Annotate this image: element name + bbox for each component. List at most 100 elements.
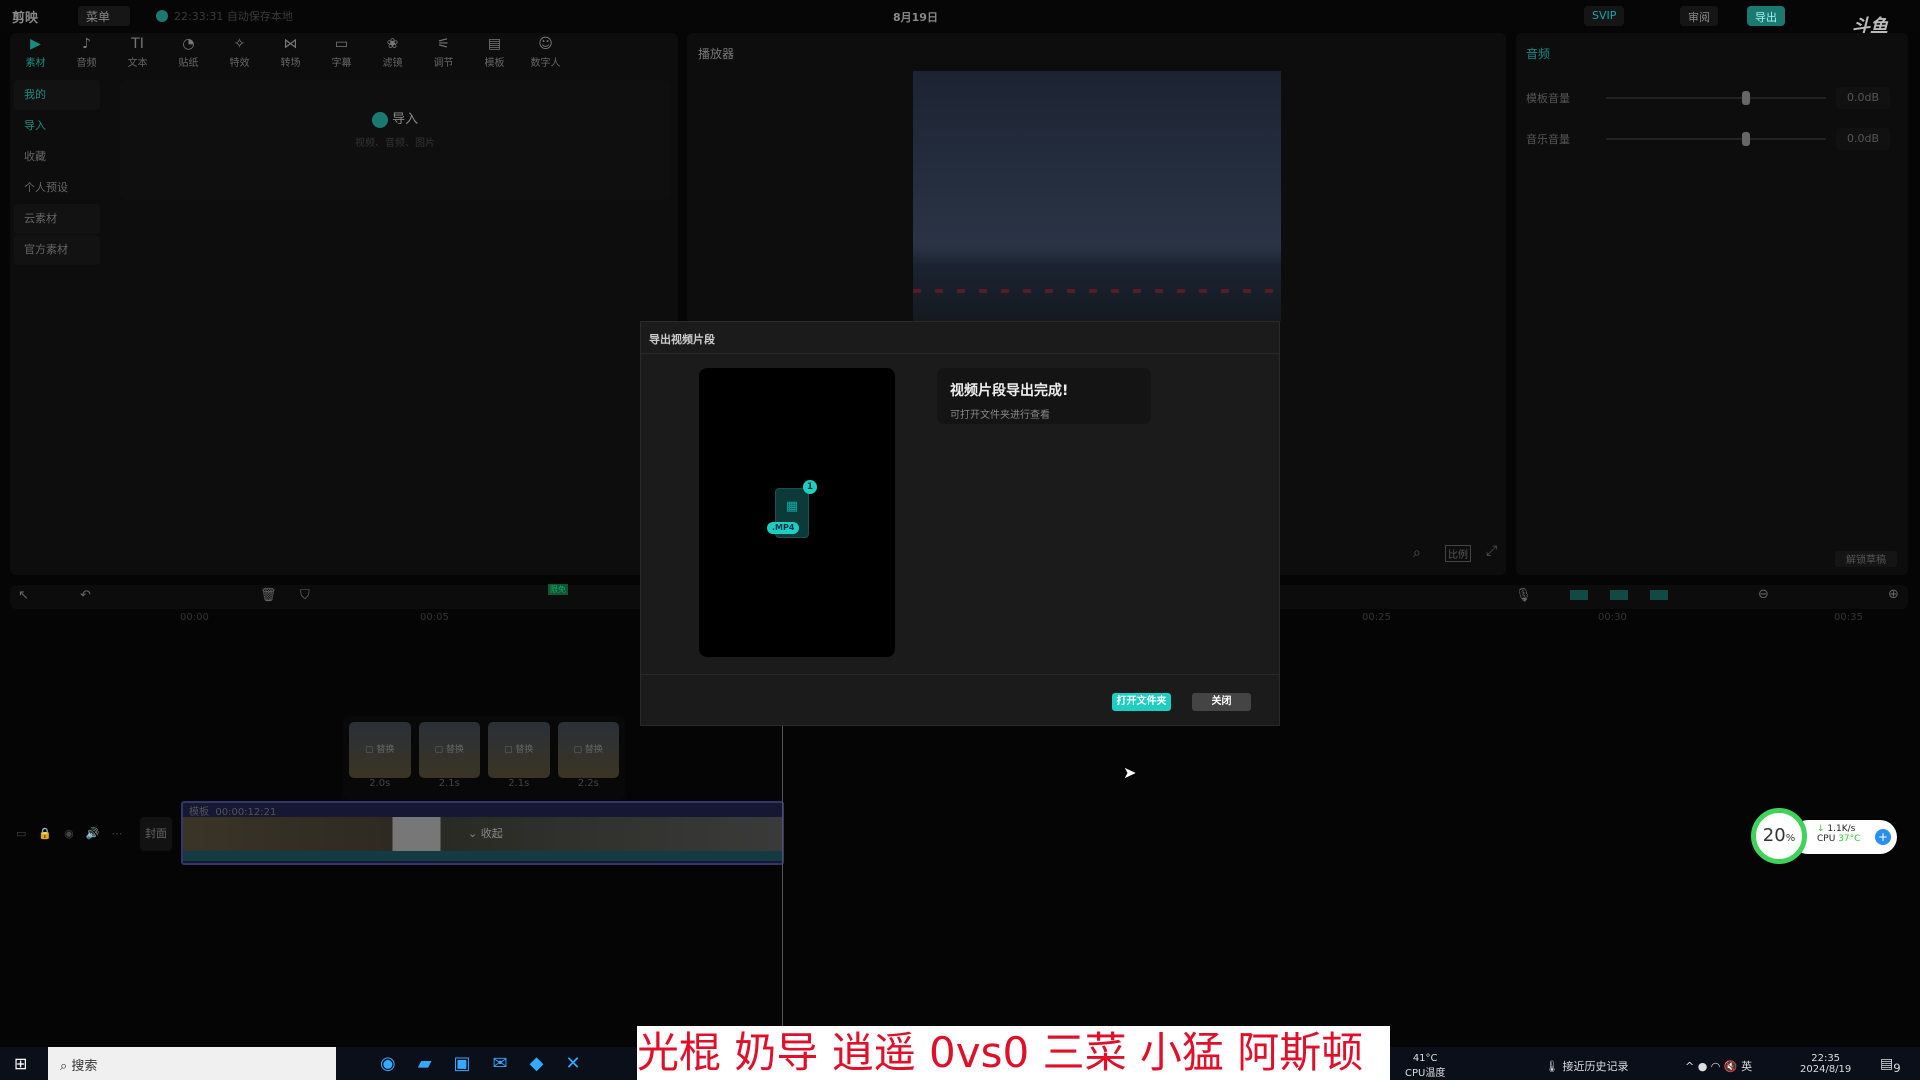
tab-icon: TI — [131, 36, 144, 52]
open-folder-button[interactable]: 打开文件夹 — [1112, 693, 1171, 711]
segment-thumb[interactable]: ▢ 替换 2.2s — [557, 722, 619, 794]
tab-icon: ❀ — [386, 36, 399, 52]
clip-header: 模板 00:00:12:21 — [183, 803, 782, 818]
select-tool-icon[interactable]: ↖ — [18, 588, 29, 603]
music-volume-label: 音乐音量 — [1526, 133, 1570, 146]
slider-knob[interactable] — [1742, 91, 1751, 105]
audio-waveform — [183, 851, 782, 861]
collapse-button[interactable]: ⌄ 收起 — [468, 825, 503, 841]
tick-label: 00:00 — [180, 612, 209, 623]
check-icon — [156, 10, 168, 22]
notification-icon[interactable]: ▤9 — [1880, 1056, 1901, 1075]
sidebar-item-cloud[interactable]: 云素材 — [14, 204, 100, 234]
tick-label: 00:35 — [1834, 612, 1863, 623]
segment-thumb[interactable]: ▢ 替换 2.1s — [418, 722, 480, 794]
music-volume-slider[interactable] — [1606, 132, 1826, 146]
segment-thumb[interactable]: ▢ 替换 2.1s — [488, 722, 550, 794]
music-volume-value[interactable]: 0.0dB — [1836, 128, 1890, 150]
sidebar-item-import[interactable]: 导入 — [14, 111, 100, 141]
autosave-status: 22:33:31 自动保存本地 — [156, 8, 293, 24]
cpu-temp-tray: 41°C CPU温度 — [1405, 1053, 1445, 1079]
import-dropzone[interactable]: 导入 视频、音频、图片 — [120, 80, 670, 200]
tick-label: 00:05 — [420, 612, 449, 623]
template-clip[interactable]: 模板 00:00:12:21 ⌄ 收起 — [181, 801, 784, 865]
segment-thumb[interactable]: ▢ 替换 2.0s — [349, 722, 411, 794]
sidebar-item-official[interactable]: 官方素材 — [14, 235, 100, 265]
tab-7[interactable]: ❀ 滤镜 — [367, 33, 418, 73]
history-tray[interactable]: 🌡 接近历史记录 — [1545, 1058, 1628, 1074]
ime-indicator[interactable]: 英 — [1741, 1060, 1752, 1073]
tab-3[interactable]: ◔ 贴纸 — [163, 33, 214, 73]
tab-icon: ▭ — [334, 36, 349, 52]
link-icon[interactable] — [1570, 590, 1588, 600]
tab-6[interactable]: ▭ 字幕 — [316, 33, 367, 73]
clock-date: 2024/8/19 — [1800, 1064, 1852, 1075]
tab-4[interactable]: ✧ 特效 — [214, 33, 265, 73]
tab-9[interactable]: ▤ 模板 — [469, 33, 520, 73]
review-button[interactable]: 审阅 — [1680, 6, 1718, 26]
preview-axis-icon[interactable] — [1650, 590, 1668, 600]
svip-button[interactable]: SVIP — [1584, 6, 1625, 26]
tab-5[interactable]: ⋈ 转场 — [265, 33, 316, 73]
replace-button[interactable]: ▢ 替换 — [349, 722, 411, 778]
usage-unit: % — [1785, 833, 1796, 844]
dialog-title: 导出视频片段 — [641, 322, 1279, 354]
replace-button[interactable]: ▢ 替换 — [418, 722, 480, 778]
export-message: 视频片段导出完成! 可打开文件夹进行查看 — [937, 368, 1151, 424]
snap-icon[interactable] — [1610, 590, 1628, 600]
tray-temp-label: CPU温度 — [1405, 1068, 1446, 1079]
tab-icon: ☺ — [538, 36, 553, 52]
playhead[interactable] — [782, 726, 783, 1026]
taskbar-search[interactable]: ⌕ 搜索 — [48, 1047, 336, 1080]
tab-label: 调节 — [433, 58, 454, 69]
close-button[interactable]: 关闭 — [1192, 693, 1251, 711]
template-volume-slider[interactable] — [1606, 91, 1826, 105]
replace-button[interactable]: ▢ 替换 — [557, 722, 619, 778]
replace-label: 替换 — [584, 745, 603, 755]
sidebar-item-mine[interactable]: 我的 — [14, 80, 100, 110]
cover-button[interactable]: 封面 — [140, 817, 172, 851]
marker-icon[interactable]: ⛉ — [300, 588, 310, 603]
tab-2[interactable]: TI 文本 — [112, 33, 163, 73]
clock[interactable]: 22:35 2024/8/19 — [1800, 1053, 1851, 1075]
track-controls[interactable]: ▭🔒◉🔊⋯ — [16, 827, 134, 840]
windows-start-icon[interactable]: ⊞ — [14, 1054, 27, 1073]
template-volume-value[interactable]: 0.0dB — [1836, 87, 1890, 109]
delete-icon[interactable]: 🗑 — [260, 588, 277, 603]
tab-0[interactable]: ▶ 素材 — [10, 33, 61, 73]
replace-label: 替换 — [376, 745, 395, 755]
taskbar-apps[interactable]: ◉▰▣✉◆✕ — [380, 1053, 603, 1074]
import-hint: 视频、音频、图片 — [355, 137, 435, 149]
music-volume-row: 音乐音量 0.0dB — [1526, 127, 1906, 151]
undo-icon[interactable]: ↶ — [80, 588, 91, 603]
tab-10[interactable]: ☺ 数字人 — [520, 33, 571, 73]
segment-duration: 2.2s — [577, 778, 599, 789]
tab-icon: ♪ — [82, 36, 91, 52]
autosave-text: 22:33:31 自动保存本地 — [174, 10, 293, 23]
sidebar-item-favorites[interactable]: 收藏 — [14, 142, 100, 172]
microphone-icon[interactable]: 🎙 — [1515, 588, 1532, 603]
replace-button[interactable]: ▢ 替换 — [488, 722, 550, 778]
system-monitor-widget[interactable]: ↓ 1.1K/s CPU 37°C + 20% — [1751, 808, 1898, 867]
export-button[interactable]: 导出 — [1747, 6, 1785, 26]
tab-icon: ✧ — [233, 36, 246, 52]
zoom-fit-icon[interactable]: ⌕ — [1413, 545, 1421, 561]
audio-title: 音频 — [1526, 47, 1551, 61]
menu-button[interactable]: 菜单 — [78, 6, 130, 26]
unlock-draft-button[interactable]: 解锁草稿 — [1835, 551, 1897, 567]
tab-label: 滤镜 — [382, 58, 403, 69]
zoom-out-icon[interactable]: ⊖ — [1758, 587, 1769, 602]
ratio-button[interactable]: 比例 — [1445, 545, 1471, 562]
plus-icon — [371, 111, 388, 128]
zoom-in-icon[interactable]: ⊕ — [1888, 587, 1899, 602]
count-badge: 1 — [803, 480, 817, 494]
fullscreen-icon[interactable]: ⤢ — [1486, 543, 1497, 559]
tab-label: 转场 — [280, 58, 301, 69]
tray-icons[interactable]: ^ ● ◠ 🔇 英 — [1685, 1058, 1752, 1074]
tab-1[interactable]: ♪ 音频 — [61, 33, 112, 73]
format-badge: .MP4 — [767, 522, 800, 534]
plus-icon[interactable]: + — [1875, 829, 1891, 845]
slider-knob[interactable] — [1742, 132, 1751, 146]
tab-8[interactable]: ⚟ 调节 — [418, 33, 469, 73]
sidebar-item-presets[interactable]: 个人预设 — [14, 173, 100, 203]
